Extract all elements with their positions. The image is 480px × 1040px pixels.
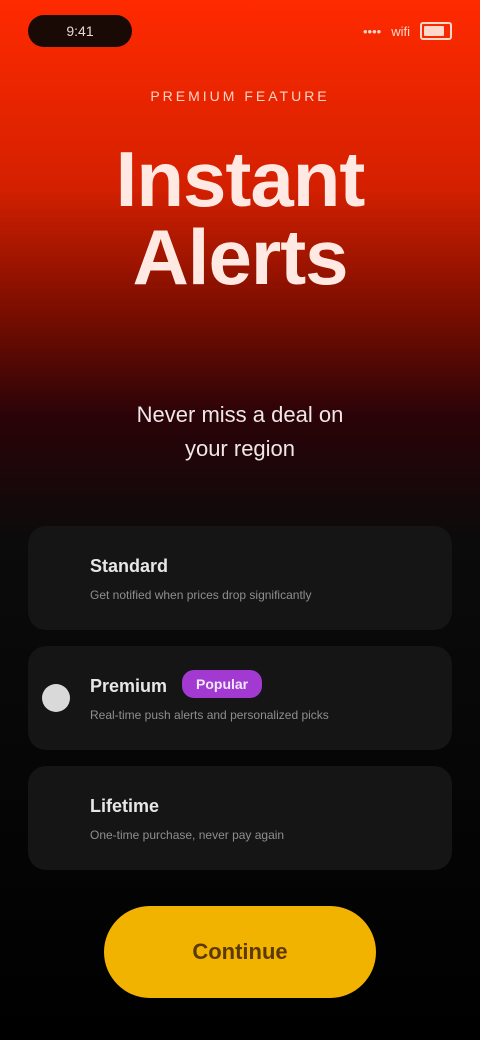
- time-pill: 9:41: [28, 15, 132, 47]
- option-subtitle: Real-time push alerts and personalized p…: [90, 708, 329, 722]
- continue-button-label: Continue: [192, 939, 288, 964]
- subtitle-line-1: Never miss a deal on: [136, 402, 344, 427]
- option-card-standard[interactable]: Standard Get notified when prices drop s…: [28, 526, 452, 630]
- status-bar: 9:41 •••• wifi: [28, 14, 452, 48]
- option-title: Standard: [90, 556, 169, 576]
- option-subtitle: One-time purchase, never pay again: [90, 828, 285, 842]
- option-title: Premium: [90, 676, 168, 696]
- eyebrow-label: PREMIUM FEATURE: [150, 88, 330, 104]
- battery-icon: [420, 22, 452, 40]
- hero-title-line-1: Instant: [115, 135, 366, 223]
- hero-title: Instant Alerts: [0, 140, 480, 296]
- option-subtitle: Get notified when prices drop significan…: [90, 588, 312, 602]
- signal-icon: ••••: [363, 23, 382, 39]
- wifi-icon: wifi: [391, 23, 410, 39]
- status-time: 9:41: [66, 23, 94, 39]
- option-card-lifetime[interactable]: Lifetime One-time purchase, never pay ag…: [28, 766, 452, 870]
- hero-subtitle: Never miss a deal on your region: [60, 398, 420, 466]
- hero-title-line-2: Alerts: [132, 213, 348, 301]
- status-icons: •••• wifi: [363, 22, 452, 40]
- option-card-premium[interactable]: Premium Popular Real-time push alerts an…: [28, 646, 452, 750]
- selected-radio-icon: [42, 684, 70, 712]
- popular-badge: Popular: [182, 670, 263, 698]
- continue-button[interactable]: Continue: [104, 906, 376, 998]
- subtitle-line-2: your region: [184, 436, 296, 461]
- option-title: Lifetime: [90, 796, 160, 816]
